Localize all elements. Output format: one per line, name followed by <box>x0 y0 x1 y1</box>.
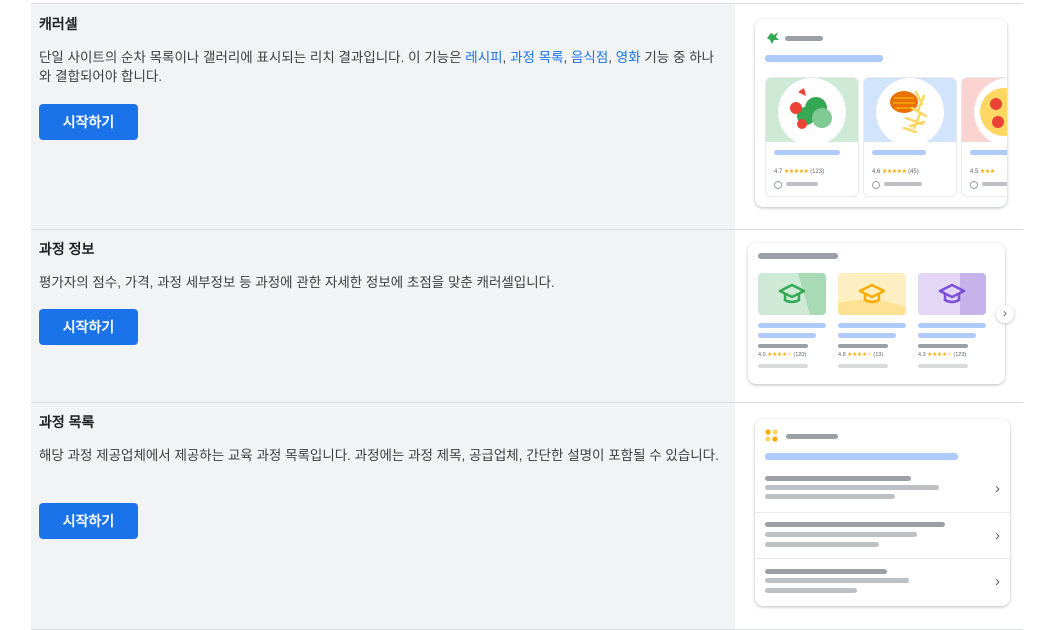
carousel-item: 4.5 ★★★ <box>961 77 1007 197</box>
dish-image <box>876 78 944 146</box>
get-started-button[interactable]: 시작하기 <box>39 503 138 539</box>
star-icons: ★★★★★ <box>882 169 907 175</box>
preview-card: › › › <box>755 419 1010 606</box>
section-carousel: 캐러셀 단일 사이트의 순차 목록이나 갤러리에 표시되는 리치 결과입니다. … <box>31 3 1023 230</box>
list-item[interactable]: › <box>755 512 1010 559</box>
section-course-list: 과정 목록 해당 과정 제공업체에서 제공하는 교육 과정 목록입니다. 과정에… <box>31 402 1023 630</box>
star-icons: ★★★★☆ <box>847 352 872 358</box>
preview-card: 4.0 ★★★★☆ (120) 4.8 ★★★★☆ (13) 4.3 ★★★★☆… <box>748 243 1005 384</box>
leaf-icon <box>767 32 779 44</box>
get-started-button[interactable]: 시작하기 <box>39 309 138 345</box>
link-recipe[interactable]: 레시피 <box>465 50 502 65</box>
star-icons: ★★★★☆ <box>767 352 792 358</box>
chevron-right-icon: › <box>995 480 1000 497</box>
list-item[interactable]: › <box>755 466 1010 512</box>
star-icons: ★★★ <box>980 169 995 175</box>
rating: 4.0 ★★★★☆ (120) <box>758 352 807 358</box>
course-list-preview: › › › <box>735 403 1023 629</box>
star-icons: ★★★★☆ <box>927 352 952 358</box>
clock-icon <box>872 181 880 189</box>
section-description: 평가자의 점수, 가격, 과정 세부정보 등 과정에 관한 자세한 정보에 초점… <box>39 275 555 290</box>
section-title: 캐러셀 <box>39 16 78 32</box>
chevron-right-icon[interactable]: › <box>996 305 1014 323</box>
section-title: 과정 목록 <box>39 414 95 430</box>
course-info-preview: 4.0 ★★★★☆ (120) 4.8 ★★★★☆ (13) 4.3 ★★★★☆… <box>735 230 1023 403</box>
clock-icon <box>774 181 782 189</box>
preview-card: 4.7 ★★★★★ (123) 4.6 ★★★★★ (45) 4.5 ★★★ <box>755 19 1007 207</box>
grid-dots-icon <box>765 429 778 442</box>
get-started-button[interactable]: 시작하기 <box>39 104 138 140</box>
separator: , <box>563 50 572 65</box>
rating: 4.6 ★★★★★ (45) <box>872 169 919 175</box>
list-item[interactable]: › <box>755 558 1010 605</box>
description-text: 단일 사이트의 순차 목록이나 갤러리에 표시되는 리치 결과입니다. 이 기능… <box>39 50 466 65</box>
section-carousel-info: 캐러셀 단일 사이트의 순차 목록이나 갤러리에 표시되는 리치 결과입니다. … <box>31 4 735 230</box>
star-icons: ★★★★★ <box>784 169 809 175</box>
link-course-list[interactable]: 과정 목록 <box>510 50 563 65</box>
course-thumbnail <box>838 273 906 315</box>
carousel-preview: 4.7 ★★★★★ (123) 4.6 ★★★★★ (45) 4.5 ★★★ <box>735 4 1023 230</box>
link-movie[interactable]: 영화 <box>616 50 641 65</box>
rating: 4.5 ★★★ <box>970 169 995 175</box>
clock-icon <box>970 181 978 189</box>
section-title: 과정 정보 <box>39 241 95 257</box>
rating: 4.3 ★★★★☆ (123) <box>918 352 967 358</box>
separator: , <box>608 50 616 65</box>
chevron-right-icon: › <box>995 573 1000 590</box>
section-description: 해당 과정 제공업체에서 제공하는 교육 과정 목록입니다. 과정에는 과정 제… <box>39 448 719 463</box>
carousel-item: 4.6 ★★★★★ (45) <box>863 77 957 197</box>
section-description: 단일 사이트의 순차 목록이나 갤러리에 표시되는 리치 결과입니다. 이 기능… <box>39 48 719 86</box>
section-course-info: 과정 정보 평가자의 점수, 가격, 과정 세부정보 등 과정에 관한 자세한 … <box>31 229 1023 403</box>
separator: , <box>502 50 511 65</box>
rating: 4.7 ★★★★★ (123) <box>774 169 825 175</box>
structured-data-gallery: 캐러셀 단일 사이트의 순차 목록이나 갤러리에 표시되는 리치 결과입니다. … <box>31 0 1023 630</box>
carousel-item: 4.7 ★★★★★ (123) <box>765 77 859 197</box>
course-thumbnail <box>758 273 826 315</box>
link-restaurant[interactable]: 음식점 <box>571 50 608 65</box>
rating: 4.8 ★★★★☆ (13) <box>838 352 884 358</box>
dish-image <box>974 78 1007 146</box>
section-course-list-info: 과정 목록 해당 과정 제공업체에서 제공하는 교육 과정 목록입니다. 과정에… <box>31 403 735 629</box>
dish-image <box>778 78 846 146</box>
chevron-right-icon: › <box>995 527 1000 544</box>
section-course-info-info: 과정 정보 평가자의 점수, 가격, 과정 세부정보 등 과정에 관한 자세한 … <box>31 230 735 403</box>
course-thumbnail <box>918 273 986 315</box>
